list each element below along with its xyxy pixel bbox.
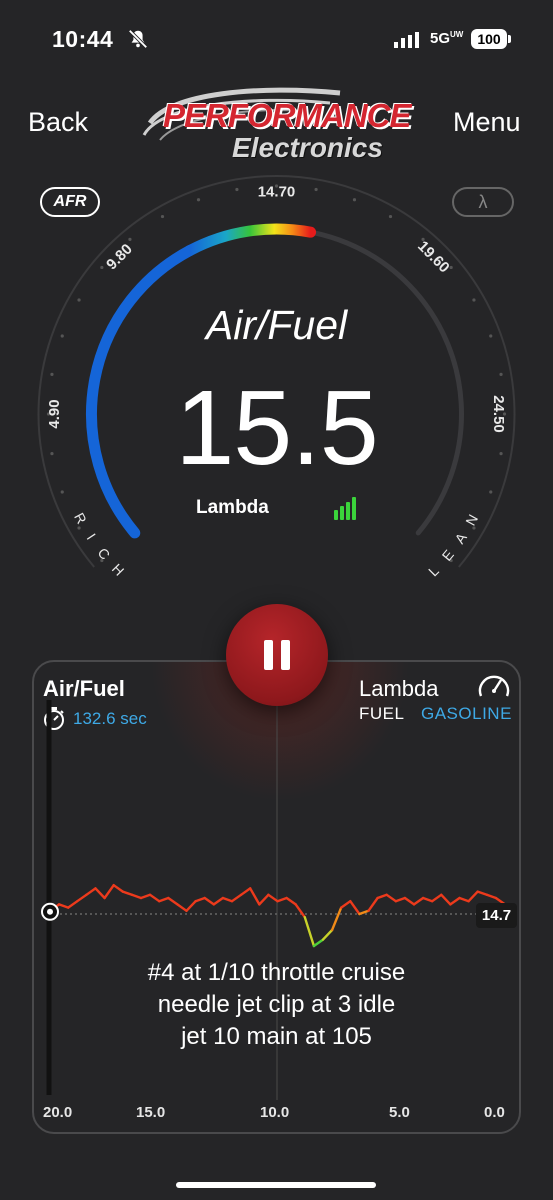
gauge-value: 15.5	[175, 369, 378, 487]
x-tick: 10.0	[260, 1104, 290, 1121]
series-segment	[130, 893, 143, 900]
series-segment	[66, 900, 79, 909]
gauge-scale-label: 14.70	[258, 184, 296, 201]
afr-history-chart	[41, 700, 507, 1100]
series-segment	[403, 896, 416, 906]
series-segment	[248, 887, 261, 906]
x-tick: 20.0	[43, 1104, 73, 1121]
series-segment	[176, 903, 188, 912]
rich-label: R	[71, 510, 90, 526]
series-segment	[321, 928, 334, 941]
series-segment	[294, 903, 306, 919]
series-segment	[476, 890, 488, 896]
series-segment	[239, 887, 252, 896]
series-segment	[76, 893, 88, 903]
series-segment	[221, 896, 234, 903]
series-segment	[285, 896, 297, 906]
series-segment	[94, 887, 106, 900]
series-segment	[358, 909, 370, 916]
gauge-scale-label: 19.60	[414, 238, 453, 277]
series-segment	[349, 900, 361, 916]
series-segment	[449, 896, 461, 906]
series-segment	[376, 893, 388, 900]
gauge-unit-label: Lambda	[196, 497, 269, 518]
series-segment	[258, 893, 270, 906]
x-tick: 0.0	[484, 1104, 505, 1121]
series-segment	[412, 896, 425, 906]
x-tick: 15.0	[136, 1104, 166, 1121]
series-segment	[85, 887, 97, 896]
bell-muted-icon	[128, 29, 148, 49]
series-segment	[194, 896, 206, 903]
series-segment	[467, 890, 479, 903]
session-note: #4 at 1/10 throttle cruise needle jet cl…	[147, 959, 406, 1050]
series-segment	[303, 916, 316, 948]
speedometer-icon[interactable]	[477, 671, 511, 701]
lean-label: A	[451, 529, 470, 546]
series-segment	[385, 893, 397, 903]
rich-label: H	[109, 560, 128, 578]
series-segment	[485, 893, 498, 900]
battery-tip	[508, 35, 511, 43]
series-segment	[340, 900, 352, 909]
series-segment	[431, 893, 443, 903]
rich-label: I	[84, 530, 99, 542]
pause-icon	[264, 640, 273, 670]
pause-button[interactable]	[226, 604, 328, 706]
status-time: 10:44	[52, 26, 114, 52]
battery-indicator: 100	[471, 29, 507, 49]
cursor-point-core	[47, 908, 53, 915]
series-segment	[458, 896, 470, 903]
series-segment	[312, 938, 325, 948]
series-segment	[103, 884, 115, 900]
series-segment	[57, 903, 70, 909]
lambda-mode-toggle[interactable]: λ	[452, 187, 514, 217]
series-segment	[367, 896, 379, 912]
lean-label: L	[425, 562, 442, 579]
afr-mode-toggle[interactable]: AFR	[40, 187, 100, 217]
series-segment	[394, 896, 407, 903]
back-button[interactable]: Back	[28, 107, 88, 138]
network-type: 5GUW	[430, 30, 464, 47]
rich-label: C	[95, 545, 114, 563]
series-segment	[421, 896, 434, 903]
signal-strength-icon	[334, 497, 356, 520]
x-tick: 5.0	[389, 1104, 410, 1121]
chart-title: Air/Fuel	[43, 676, 125, 701]
cellular-signal-icon	[394, 32, 419, 48]
series-segment	[112, 884, 125, 893]
series-segment	[185, 900, 197, 912]
series-segment	[440, 893, 452, 906]
chart-right-title: Lambda	[359, 676, 439, 701]
series-segment	[212, 896, 225, 906]
series-segment	[267, 893, 279, 903]
series-segment	[330, 906, 343, 932]
series-segment	[230, 893, 243, 903]
series-segment	[276, 896, 288, 903]
series-segment	[157, 896, 170, 903]
lean-label: E	[439, 547, 457, 564]
series-segment	[203, 896, 216, 906]
menu-button[interactable]: Menu	[453, 107, 521, 138]
home-indicator[interactable]	[176, 1182, 376, 1188]
brand-logo-text: PERFORMANCE	[163, 97, 412, 134]
pause-icon	[281, 640, 290, 670]
series-segment	[139, 893, 152, 900]
series-segment	[121, 890, 134, 896]
current-value-tag: 14.7	[476, 903, 517, 928]
lean-label: N	[462, 512, 481, 529]
series-segment	[148, 893, 161, 903]
series-segment	[167, 896, 179, 906]
gauge-title: Air/Fuel	[205, 302, 348, 348]
